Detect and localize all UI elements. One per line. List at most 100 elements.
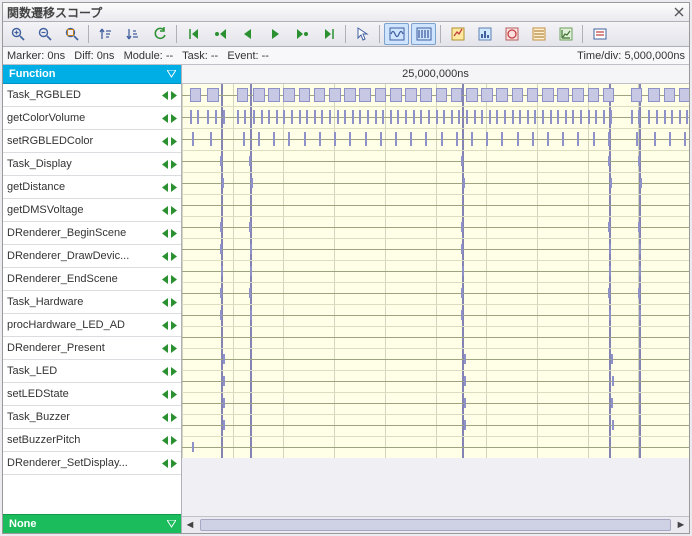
function-name: Task_Hardware	[3, 296, 162, 308]
timeline-row	[182, 238, 689, 261]
function-row[interactable]: getColorVolume	[3, 107, 181, 130]
activity-spike	[304, 132, 306, 146]
function-row[interactable]: Task_Buzzer	[3, 406, 181, 429]
nav-arrows	[162, 229, 181, 238]
timeline[interactable]	[182, 84, 689, 516]
scroll-left-icon[interactable]: ◄	[182, 517, 198, 533]
next-event-icon[interactable]	[170, 275, 177, 284]
activity-spike	[532, 132, 534, 146]
prev-event-icon[interactable]	[162, 114, 169, 123]
next-event-icon[interactable]	[170, 206, 177, 215]
function-row[interactable]: setLEDState	[3, 383, 181, 406]
next-event-icon[interactable]	[170, 367, 177, 376]
zoom-in-icon[interactable]	[5, 23, 30, 45]
cursor-sel-icon[interactable]	[350, 23, 375, 45]
activity-block	[207, 88, 219, 102]
chart2-icon[interactable]	[472, 23, 497, 45]
next-event-icon[interactable]	[170, 183, 177, 192]
function-row[interactable]: setRGBLEDColor	[3, 130, 181, 153]
prev-event-icon[interactable]	[162, 459, 169, 468]
scroll-right-icon[interactable]: ►	[673, 517, 689, 533]
next-event-icon[interactable]	[170, 413, 177, 422]
chart3-icon[interactable]	[499, 23, 524, 45]
prev-event-icon[interactable]	[162, 436, 169, 445]
next-event-icon[interactable]	[170, 160, 177, 169]
step-back-icon[interactable]	[208, 23, 233, 45]
function-row[interactable]: Task_LED	[3, 360, 181, 383]
chart5-icon[interactable]	[553, 23, 578, 45]
next-event-icon[interactable]	[170, 91, 177, 100]
next-event-icon[interactable]	[170, 436, 177, 445]
next-event-icon[interactable]	[170, 344, 177, 353]
activity-spike	[671, 110, 673, 124]
function-row[interactable]: procHardware_LED_AD	[3, 314, 181, 337]
zoom-fit-icon[interactable]	[59, 23, 84, 45]
close-button[interactable]	[671, 5, 687, 19]
prev-event-icon[interactable]	[162, 160, 169, 169]
prev-event-icon[interactable]	[162, 321, 169, 330]
config-icon[interactable]	[587, 23, 612, 45]
next-event-icon[interactable]	[170, 321, 177, 330]
function-row[interactable]: getDistance	[3, 176, 181, 199]
play-fwd-icon[interactable]	[262, 23, 287, 45]
activity-spike	[276, 110, 278, 124]
prev-event-icon[interactable]	[162, 183, 169, 192]
next-event-icon[interactable]	[170, 229, 177, 238]
row-baseline	[182, 249, 689, 250]
function-row[interactable]: DRenderer_SetDisplay...	[3, 452, 181, 475]
prev-event-icon[interactable]	[162, 298, 169, 307]
prev-event-icon[interactable]	[162, 344, 169, 353]
skip-start-icon[interactable]	[181, 23, 206, 45]
prev-event-icon[interactable]	[162, 413, 169, 422]
chart1-icon[interactable]	[445, 23, 470, 45]
activity-spike	[512, 110, 514, 124]
nav-arrows	[162, 413, 181, 422]
prev-event-icon[interactable]	[162, 229, 169, 238]
info-left: Marker: 0ns Diff: 0ns Module: -- Task: -…	[7, 50, 577, 62]
function-row[interactable]: DRenderer_EndScene	[3, 268, 181, 291]
skip-end-icon[interactable]	[316, 23, 341, 45]
prev-event-icon[interactable]	[162, 367, 169, 376]
play-back-icon[interactable]	[235, 23, 260, 45]
function-row[interactable]: Task_Hardware	[3, 291, 181, 314]
sort-desc-icon[interactable]	[120, 23, 145, 45]
footer-none[interactable]: None	[3, 514, 181, 533]
prev-event-icon[interactable]	[162, 206, 169, 215]
function-row[interactable]: setBuzzerPitch	[3, 429, 181, 452]
activity-block	[648, 88, 660, 102]
function-row[interactable]: DRenderer_DrawDevic...	[3, 245, 181, 268]
prev-event-icon[interactable]	[162, 252, 169, 261]
next-event-icon[interactable]	[170, 137, 177, 146]
next-event-icon[interactable]	[170, 390, 177, 399]
function-row[interactable]: getDMSVoltage	[3, 199, 181, 222]
chart4-icon[interactable]	[526, 23, 551, 45]
function-header[interactable]: Function	[3, 65, 181, 84]
function-row[interactable]: Task_RGBLED	[3, 84, 181, 107]
prev-event-icon[interactable]	[162, 275, 169, 284]
activity-block	[390, 88, 402, 102]
toggle-waves-icon[interactable]	[384, 23, 409, 45]
activity-spike	[288, 132, 290, 146]
activity-spike	[595, 110, 597, 124]
next-event-icon[interactable]	[170, 252, 177, 261]
step-fwd-icon[interactable]	[289, 23, 314, 45]
prev-event-icon[interactable]	[162, 91, 169, 100]
activity-spike	[237, 110, 239, 124]
function-row[interactable]: DRenderer_Present	[3, 337, 181, 360]
toggle-bars-icon[interactable]	[411, 23, 436, 45]
horizontal-scrollbar[interactable]: ◄ ►	[182, 516, 689, 533]
next-event-icon[interactable]	[170, 114, 177, 123]
activity-spike	[638, 222, 640, 232]
function-row[interactable]: Task_Display	[3, 153, 181, 176]
prev-event-icon[interactable]	[162, 137, 169, 146]
refresh-icon[interactable]	[147, 23, 172, 45]
zoom-out-icon[interactable]	[32, 23, 57, 45]
activity-spike	[382, 110, 384, 124]
next-event-icon[interactable]	[170, 459, 177, 468]
prev-event-icon[interactable]	[162, 390, 169, 399]
scroll-thumb[interactable]	[200, 519, 671, 531]
sort-asc-icon[interactable]	[93, 23, 118, 45]
activity-block	[436, 88, 448, 102]
next-event-icon[interactable]	[170, 298, 177, 307]
function-row[interactable]: DRenderer_BeginScene	[3, 222, 181, 245]
